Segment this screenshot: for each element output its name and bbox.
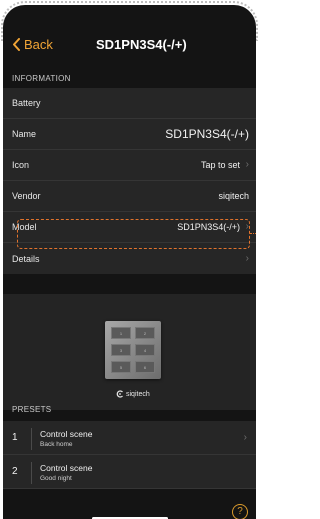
phone-screen: Back SD1PN3S4(-/+) INFORMATION Battery N…	[3, 5, 256, 519]
name-label: Name	[12, 129, 37, 139]
switch-key: 6	[135, 361, 155, 373]
switch-key: 1	[111, 327, 131, 339]
details-label: Details	[12, 253, 40, 264]
device-image-area: 1 2 3 4 5 6 siqitech	[3, 294, 256, 410]
switch-panel-image: 1 2 3 4 5 6	[105, 321, 161, 379]
preset-subtitle: Back home	[40, 441, 73, 448]
page-title: SD1PN3S4(-/+)	[96, 37, 187, 52]
back-button[interactable]: Back	[12, 37, 53, 52]
preset-number: 1	[12, 432, 18, 443]
preset-row[interactable]: 2 Control scene Good night	[3, 455, 256, 489]
brand-logo: siqitech	[116, 390, 150, 398]
chevron-right-icon: ›	[245, 221, 249, 232]
model-label: Model	[12, 222, 37, 232]
switch-key: 5	[111, 361, 131, 373]
preset-row[interactable]: 1 Control scene Back home ›	[3, 421, 256, 455]
presets-list: 1 Control scene Back home › 2 Control sc…	[3, 421, 256, 489]
name-row[interactable]: Name SD1PN3S4(-/+)	[3, 119, 256, 150]
presets-header: PRESETS	[12, 405, 52, 414]
preset-subtitle: Good night	[40, 475, 72, 482]
divider	[31, 428, 32, 450]
battery-label: Battery	[12, 98, 41, 108]
divider	[31, 462, 32, 484]
preset-name: Control scene	[40, 429, 93, 439]
switch-key: 2	[135, 327, 155, 339]
preset-number: 2	[12, 466, 18, 477]
model-value: SD1PN3S4(-/+)	[177, 222, 240, 232]
vendor-value: siqitech	[218, 191, 249, 201]
back-label: Back	[24, 37, 53, 52]
preset-name: Control scene	[40, 463, 93, 473]
details-row[interactable]: Details ›	[3, 243, 256, 274]
vendor-row: Vendor siqitech	[3, 181, 256, 212]
vendor-label: Vendor	[12, 191, 41, 201]
information-list: Battery Name SD1PN3S4(-/+) Icon Tap to s…	[3, 88, 256, 274]
chevron-right-icon: ›	[243, 432, 247, 443]
battery-row: Battery	[3, 88, 256, 119]
switch-key: 3	[111, 344, 131, 356]
icon-row[interactable]: Icon Tap to set ›	[3, 150, 256, 181]
chevron-left-icon	[13, 38, 20, 51]
chevron-right-icon: ›	[245, 252, 249, 264]
question-mark-icon[interactable]: ?	[232, 504, 248, 519]
model-row[interactable]: Model SD1PN3S4(-/+) ›	[3, 212, 256, 243]
icon-value: Tap to set	[200, 160, 240, 170]
siqitech-logo-icon	[116, 390, 123, 398]
switch-key: 4	[135, 344, 155, 356]
brand-name: siqitech	[126, 390, 150, 398]
chevron-right-icon: ›	[245, 159, 249, 170]
name-value: SD1PN3S4(-/+)	[165, 127, 249, 141]
icon-label: Icon	[12, 160, 30, 170]
navigation-bar: Back SD1PN3S4(-/+)	[3, 30, 256, 60]
